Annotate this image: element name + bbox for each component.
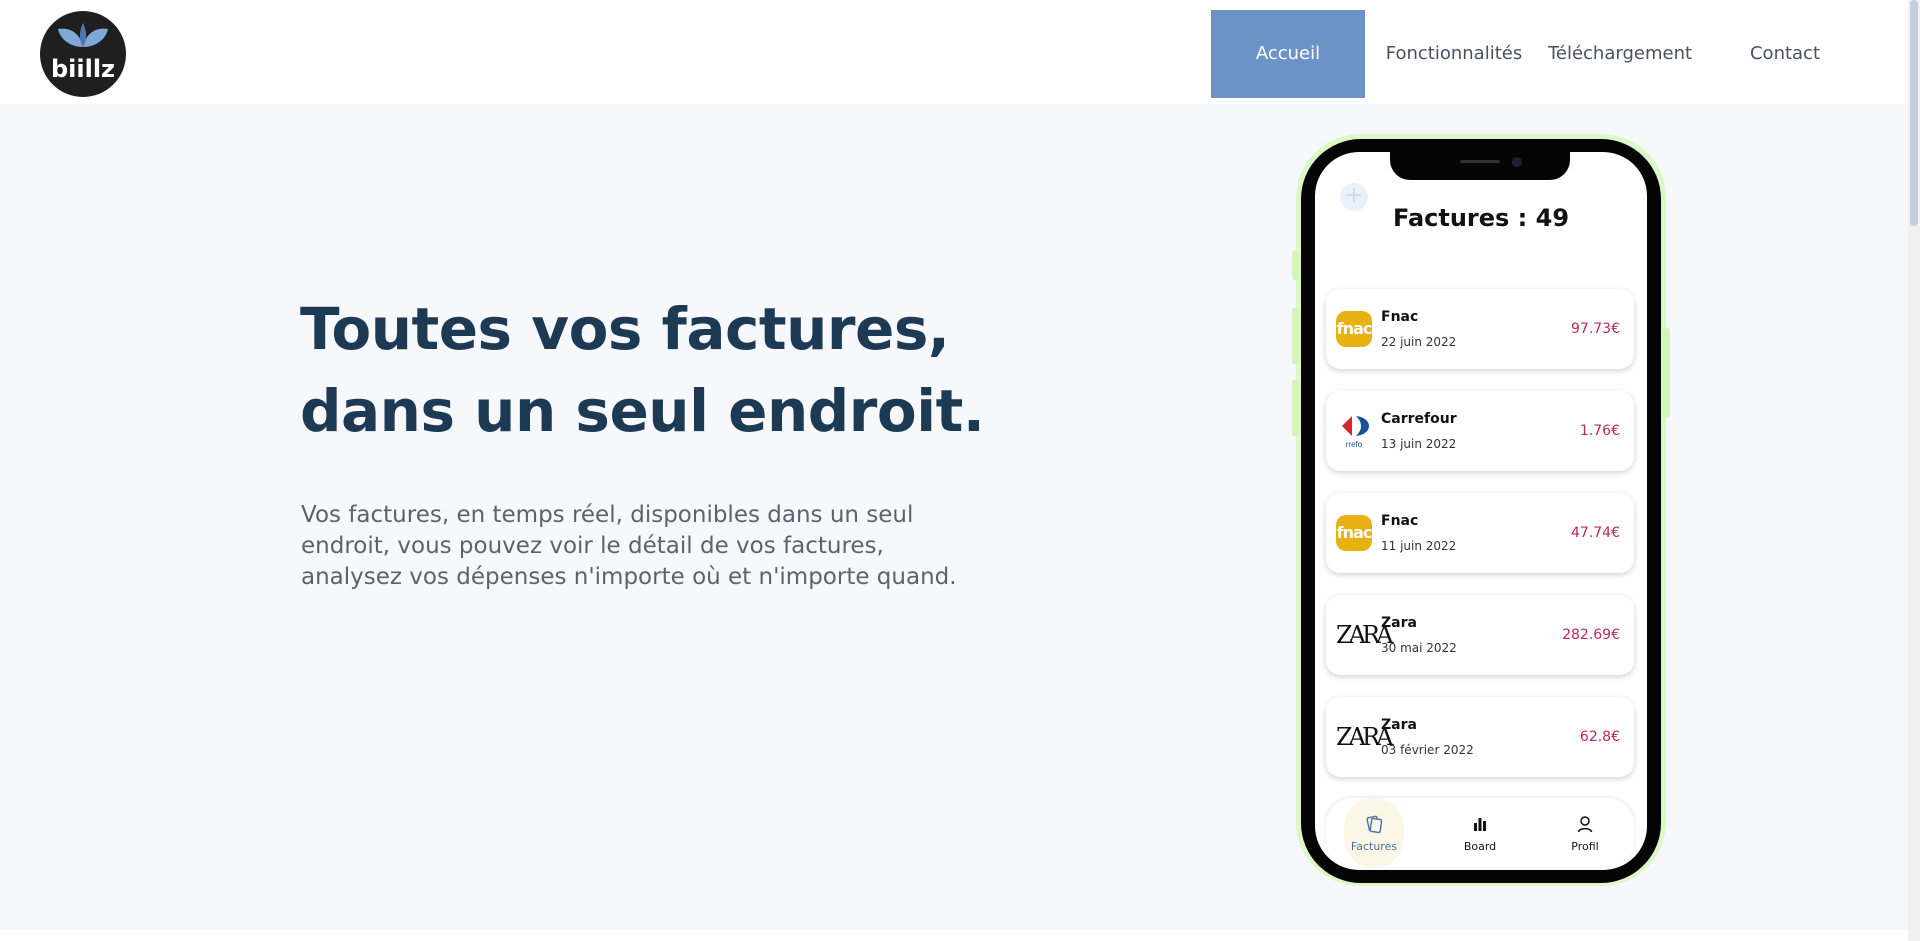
- svg-text:rrefo: rrefo: [1346, 440, 1363, 449]
- invoices-icon: [1344, 814, 1404, 834]
- hero-title: Toutes vos factures, dans un seul endroi…: [300, 288, 1060, 452]
- hero-description-line: endroit, vous pouvez voir le détail de v…: [301, 533, 884, 559]
- nav-telechargement[interactable]: Téléchargement: [1545, 10, 1695, 98]
- invoice-merchant: Fnac: [1381, 309, 1419, 325]
- nav-fonctionnalites[interactable]: Fonctionnalités: [1380, 10, 1528, 98]
- invoice-amount: 1.76€: [1579, 423, 1620, 439]
- zara-logo: ZARA: [1336, 723, 1393, 751]
- invoice-card[interactable]: rrefo Carrefour 13 juin 2022 1.76€: [1326, 391, 1634, 471]
- tab-board[interactable]: Board: [1440, 798, 1520, 868]
- fnac-logo: fnac: [1336, 515, 1372, 551]
- leaves-icon: [58, 23, 108, 47]
- invoice-merchant: Fnac: [1381, 513, 1419, 529]
- phone-volume-down: [1292, 380, 1300, 436]
- zara-logo: ZARA: [1336, 621, 1393, 649]
- tab-label: Board: [1463, 840, 1497, 853]
- site-header: biillz Accueil Fonctionnalités Télécharg…: [0, 0, 1908, 104]
- invoice-card[interactable]: ZARA Zara 03 février 2022 62.8€: [1326, 697, 1634, 777]
- phone-mute-switch: [1292, 250, 1300, 280]
- page-scrollbar[interactable]: [1908, 0, 1920, 941]
- user-icon: [1545, 814, 1625, 834]
- invoice-date: 30 mai 2022: [1381, 641, 1457, 655]
- invoice-amount: 282.69€: [1562, 627, 1620, 643]
- phone-power-button: [1662, 328, 1670, 418]
- tab-label: Factures: [1350, 840, 1398, 853]
- logo-text: biillz: [50, 55, 116, 83]
- tab-factures[interactable]: Factures: [1344, 798, 1404, 868]
- app-title: Factures : 49: [1392, 204, 1570, 232]
- invoice-date: 11 juin 2022: [1381, 539, 1457, 553]
- phone-camera: [1512, 157, 1522, 167]
- invoice-date: 13 juin 2022: [1381, 437, 1457, 451]
- invoice-card[interactable]: fnac Fnac 11 juin 2022 47.74€: [1326, 493, 1634, 573]
- invoice-card[interactable]: ZARA Zara 30 mai 2022 282.69€: [1326, 595, 1634, 675]
- app-tab-bar: Factures Board Profil: [1326, 798, 1634, 868]
- tab-profil[interactable]: Profil: [1545, 798, 1625, 868]
- invoice-merchant: Zara: [1381, 717, 1417, 733]
- invoice-amount: 97.73€: [1571, 321, 1620, 337]
- hero-description: Vos factures, en temps réel, disponibles…: [301, 500, 981, 593]
- carrefour-logo: rrefo: [1336, 413, 1372, 449]
- invoice-merchant: Carrefour: [1381, 411, 1457, 427]
- invoice-amount: 47.74€: [1571, 525, 1620, 541]
- phone-notch: [1390, 150, 1570, 180]
- invoice-date: 03 février 2022: [1381, 743, 1474, 757]
- tab-label: Profil: [1571, 840, 1599, 853]
- nav-contact[interactable]: Contact: [1740, 10, 1830, 98]
- invoice-merchant: Zara: [1381, 615, 1417, 631]
- scrollbar-thumb[interactable]: [1910, 0, 1918, 226]
- hero-description-line: analysez vos dépenses n'importe où et n'…: [301, 564, 957, 590]
- phone-speaker: [1460, 160, 1500, 163]
- hero-title-line: dans un seul endroit.: [300, 377, 985, 445]
- phone-volume-up: [1292, 308, 1300, 364]
- nav-accueil[interactable]: Accueil: [1211, 10, 1365, 98]
- invoice-amount: 62.8€: [1579, 729, 1620, 745]
- hero-description-line: Vos factures, en temps réel, disponibles…: [301, 502, 914, 528]
- bar-chart-icon: [1440, 814, 1520, 834]
- biillz-logo[interactable]: biillz: [40, 11, 126, 97]
- fnac-logo: fnac: [1336, 311, 1372, 347]
- hero-title-line: Toutes vos factures,: [300, 295, 950, 363]
- invoice-card[interactable]: fnac Fnac 22 juin 2022 97.73€: [1326, 289, 1634, 369]
- invoice-date: 22 juin 2022: [1381, 335, 1457, 349]
